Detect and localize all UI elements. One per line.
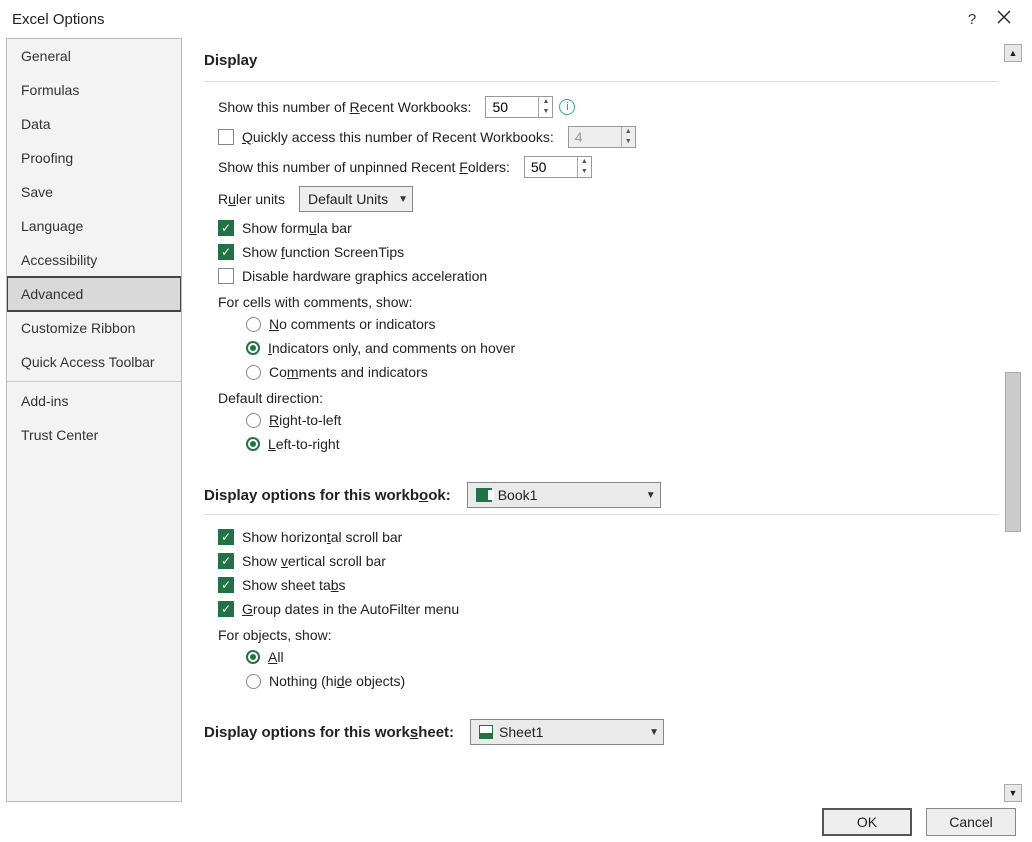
comments-indicators-label: Indicators only, and comments on hover — [268, 340, 515, 356]
direction-rtl-label: Right-to-left — [269, 412, 341, 428]
sidebar-item-formulas[interactable]: Formulas — [7, 73, 181, 107]
close-button[interactable] — [986, 10, 1022, 28]
category-sidebar: General Formulas Data Proofing Save Lang… — [6, 38, 182, 802]
direction-rtl-radio[interactable] — [246, 413, 269, 428]
quick-access-input — [569, 127, 621, 147]
objects-none-label: Nothing (hide objects) — [269, 673, 405, 689]
section-worksheet-heading: Display options for this worksheet: — [204, 724, 454, 741]
content-area: Display Show this number of Recent Workb… — [182, 38, 1026, 802]
scroll-up-button[interactable]: ▲ — [1004, 44, 1022, 62]
scroll-thumb[interactable] — [1005, 372, 1021, 532]
sidebar-separator — [7, 381, 181, 382]
show-hscroll-checkbox[interactable]: ✓ — [218, 529, 242, 545]
objects-group-label: For objects, show: — [218, 627, 332, 643]
section-display-heading: Display — [204, 44, 998, 79]
show-screentips-label: Show function ScreenTips — [242, 244, 404, 260]
spin-down-icon[interactable]: ▼ — [539, 107, 552, 117]
comments-indicators-radio[interactable] — [246, 341, 268, 355]
sidebar-item-general[interactable]: General — [7, 39, 181, 73]
divider — [204, 81, 998, 82]
info-icon[interactable]: i — [559, 99, 575, 115]
disable-hw-graphics-checkbox[interactable] — [218, 268, 242, 284]
ruler-units-label: Ruler units — [218, 191, 285, 207]
quick-access-label: Quickly access this number of Recent Wor… — [242, 129, 554, 145]
show-formula-bar-label: Show formula bar — [242, 220, 352, 236]
recent-folders-input[interactable] — [525, 157, 577, 177]
direction-ltr-label: Left-to-right — [268, 436, 340, 452]
sidebar-item-save[interactable]: Save — [7, 175, 181, 209]
titlebar: Excel Options ? — [0, 0, 1032, 38]
recent-folders-label: Show this number of unpinned Recent Fold… — [218, 159, 510, 175]
worksheet-select-value: Sheet1 — [499, 724, 639, 740]
spin-down-icon: ▼ — [622, 137, 635, 147]
vertical-scrollbar[interactable]: ▲ ▼ — [1004, 44, 1022, 802]
comments-none-radio[interactable] — [246, 317, 269, 332]
dialog-footer: OK Cancel — [0, 802, 1032, 842]
quick-access-checkbox[interactable] — [218, 129, 242, 145]
direction-group-label: Default direction: — [218, 390, 323, 406]
recent-workbooks-spinner[interactable]: ▲▼ — [485, 96, 553, 118]
sidebar-item-trust-center[interactable]: Trust Center — [7, 418, 181, 452]
sidebar-item-quick-access-toolbar[interactable]: Quick Access Toolbar — [7, 345, 181, 379]
spin-up-icon: ▲ — [622, 127, 635, 137]
recent-workbooks-label: Show this number of Recent Workbooks: — [218, 99, 471, 115]
ok-button[interactable]: OK — [822, 808, 912, 836]
comments-and-indicators-radio[interactable] — [246, 365, 269, 380]
show-hscroll-label: Show horizontal scroll bar — [242, 529, 402, 545]
disable-hw-graphics-label: Disable hardware graphics acceleration — [242, 268, 487, 284]
excel-options-dialog: Excel Options ? General Formulas Data Pr… — [0, 0, 1032, 842]
worksheet-icon — [479, 725, 493, 739]
comments-none-label: No comments or indicators — [269, 316, 436, 332]
spin-up-icon[interactable]: ▲ — [539, 97, 552, 107]
show-formula-bar-checkbox[interactable]: ✓ — [218, 220, 242, 236]
help-button[interactable]: ? — [958, 11, 986, 28]
group-dates-label: Group dates in the AutoFilter menu — [242, 601, 459, 617]
sidebar-item-proofing[interactable]: Proofing — [7, 141, 181, 175]
quick-access-spinner: ▲▼ — [568, 126, 636, 148]
close-icon — [997, 10, 1011, 24]
cancel-button[interactable]: Cancel — [926, 808, 1016, 836]
recent-workbooks-input[interactable] — [486, 97, 538, 117]
sidebar-item-add-ins[interactable]: Add-ins — [7, 384, 181, 418]
scroll-track[interactable] — [1004, 62, 1022, 784]
recent-folders-spinner[interactable]: ▲▼ — [524, 156, 592, 178]
excel-icon — [476, 488, 492, 502]
show-sheet-tabs-label: Show sheet tabs — [242, 577, 346, 593]
sidebar-item-advanced[interactable]: Advanced — [6, 276, 182, 312]
worksheet-select[interactable]: Sheet1 ▼ — [470, 719, 664, 745]
chevron-down-icon: ▼ — [646, 490, 656, 501]
sidebar-item-data[interactable]: Data — [7, 107, 181, 141]
sidebar-item-accessibility[interactable]: Accessibility — [7, 243, 181, 277]
direction-ltr-radio[interactable] — [246, 437, 268, 451]
show-sheet-tabs-checkbox[interactable]: ✓ — [218, 577, 242, 593]
show-vscroll-label: Show vertical scroll bar — [242, 553, 386, 569]
spin-up-icon[interactable]: ▲ — [578, 157, 591, 167]
spin-down-icon[interactable]: ▼ — [578, 167, 591, 177]
comments-and-indicators-label: Comments and indicators — [269, 364, 428, 380]
group-dates-checkbox[interactable]: ✓ — [218, 601, 242, 617]
sidebar-item-customize-ribbon[interactable]: Customize Ribbon — [7, 311, 181, 345]
dialog-title: Excel Options — [12, 11, 958, 28]
workbook-select-value: Book1 — [498, 487, 636, 503]
objects-all-radio[interactable] — [246, 650, 268, 664]
objects-all-label: All — [268, 649, 284, 665]
workbook-select[interactable]: Book1 ▼ — [467, 482, 661, 508]
show-vscroll-checkbox[interactable]: ✓ — [218, 553, 242, 569]
objects-none-radio[interactable] — [246, 674, 269, 689]
comments-group-label: For cells with comments, show: — [218, 294, 413, 310]
section-workbook-heading: Display options for this workbook: — [204, 487, 451, 504]
sidebar-item-language[interactable]: Language — [7, 209, 181, 243]
divider — [204, 514, 998, 515]
chevron-down-icon: ▼ — [398, 194, 408, 205]
ruler-units-value: Default Units — [308, 191, 388, 207]
ruler-units-select[interactable]: Default Units ▼ — [299, 186, 413, 212]
scroll-down-button[interactable]: ▼ — [1004, 784, 1022, 802]
show-screentips-checkbox[interactable]: ✓ — [218, 244, 242, 260]
chevron-down-icon: ▼ — [649, 727, 659, 738]
